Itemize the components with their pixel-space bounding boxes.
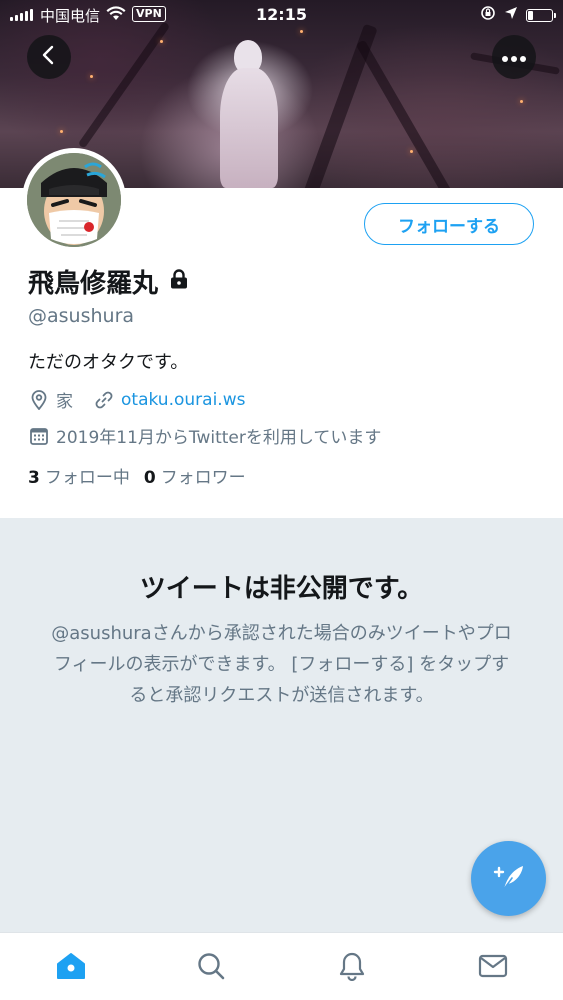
home-icon [55, 951, 87, 985]
compose-tweet-icon [492, 862, 526, 896]
battery-icon [526, 8, 556, 22]
messages-icon [478, 953, 508, 983]
bottom-tab-bar [0, 932, 563, 1000]
location-text: 家 [56, 392, 73, 412]
following-label: フォロー中 [44, 468, 130, 488]
bio: ただのオタクです。 [28, 352, 189, 373]
following-count: 3 [28, 468, 40, 488]
followers-stat[interactable]: 0 フォロワー [144, 463, 246, 488]
tab-search[interactable] [194, 951, 228, 985]
lock-icon [168, 267, 190, 297]
back-button[interactable] [27, 35, 71, 79]
follow-stats: 3 フォロー中 0 フォロワー [28, 463, 246, 488]
calendar-icon [28, 425, 50, 447]
compose-tweet-button[interactable] [471, 841, 546, 916]
avatar[interactable] [22, 148, 126, 252]
more-icon [501, 48, 527, 67]
status-bar: 中国电信 VPN 12:15 [0, 0, 563, 30]
notifications-icon [337, 951, 367, 985]
followers-label: フォロワー [160, 468, 246, 488]
tab-notifications[interactable] [335, 951, 369, 985]
banner-figure [212, 40, 282, 188]
followers-count: 0 [143, 468, 156, 488]
private-notice-title: ツイートは非公開です。 [139, 574, 424, 604]
follow-button[interactable]: フォローする [364, 203, 534, 245]
joined-text: 2019年11月からTwitterを利用しています [56, 428, 382, 448]
status-time: 12:15 [256, 5, 307, 24]
search-icon [196, 951, 226, 985]
tab-messages[interactable] [476, 951, 510, 985]
location-arrow-icon [504, 6, 518, 24]
following-stat[interactable]: 3 フォロー中 [28, 463, 130, 488]
chevron-left-icon [41, 45, 57, 69]
profile-meta-location-link: 家 otaku.ourai.ws [28, 387, 245, 412]
website-link[interactable]: otaku.ourai.ws [121, 390, 245, 410]
display-name: 飛鳥修羅丸 [28, 269, 159, 299]
orientation-lock-icon [480, 5, 496, 25]
username: @asushura [28, 305, 135, 327]
tab-home[interactable] [54, 951, 88, 985]
display-name-row: 飛鳥修羅丸 [28, 263, 190, 300]
profile-meta-joined: 2019年11月からTwitterを利用しています [28, 423, 381, 448]
location-pin-icon [28, 389, 50, 411]
avatar-image [27, 153, 121, 247]
link-icon [93, 389, 115, 411]
private-notice-description: @asushuraさんから承認された場合のみツイートやプロフィールの表示ができま… [51, 623, 512, 706]
more-options-button[interactable] [492, 35, 536, 79]
